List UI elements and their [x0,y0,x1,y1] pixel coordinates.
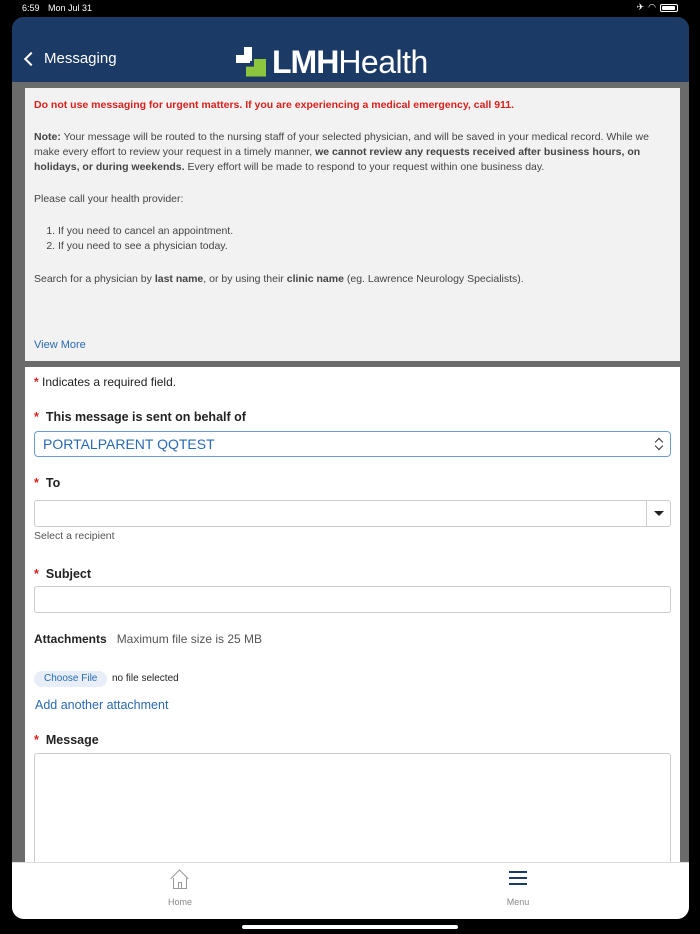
wifi-icon: ◠ [648,2,656,12]
view-more-link[interactable]: View More [34,338,86,353]
search-tip: Search for a physician by last name, or … [34,273,524,285]
file-status: no file selected [112,673,179,684]
tab-home-label: Home [167,897,192,907]
list-item: If you need to cancel an appointment. [58,224,671,239]
bottom-tab-bar: Home Menu [12,862,689,919]
list-item: If you need to see a physician today. [58,239,671,254]
urgent-warning: Do not use messaging for urgent matters.… [34,99,515,111]
app-screen: Messaging LMH Health Do not use messaging… [12,17,689,919]
chevron-left-icon [23,51,39,66]
tab-menu[interactable]: Menu [488,871,548,907]
subject-input[interactable] [34,586,671,613]
behalf-value: PORTALPARENT QQTEST [43,436,215,452]
tab-home[interactable]: Home [150,869,210,907]
add-attachment-link[interactable]: Add another attachment [35,698,168,712]
status-icons: ✈ ◠ [637,2,678,13]
logo-mark-icon [236,46,268,79]
status-bar: 6:59 Mon Jul 31 ✈ ◠ [0,0,700,16]
lmh-health-logo: LMH Health [236,44,428,81]
behalf-label: * This message is sent on behalf of [34,410,246,424]
message-textarea[interactable] [34,753,671,873]
top-nav-bar: Messaging LMH Health [12,17,689,82]
back-label: Messaging [44,50,117,67]
status-time: 6:59 [22,3,40,13]
subject-label: * Subject [34,567,92,581]
recipient-combobox[interactable] [34,500,671,527]
choose-file-button[interactable]: Choose File [34,671,108,687]
home-indicator[interactable] [242,925,458,929]
note-paragraph: Note: Your message will be routed to the… [34,131,649,173]
behalf-select[interactable]: PORTALPARENT QQTEST [34,431,671,457]
call-intro: Please call your health provider: [34,193,184,205]
select-arrows-icon [654,438,664,450]
status-date: Mon Jul 31 [48,3,93,13]
required-note: * Indicates a required field. [34,375,177,389]
messaging-notice: Do not use messaging for urgent matters.… [25,88,680,361]
recipient-hint: Select a recipient [34,530,115,542]
home-icon [170,869,189,891]
battery-icon [660,3,678,12]
message-label: * Message [34,733,99,747]
airplane-icon: ✈ [636,2,645,12]
attachments-header: Attachments Maximum file size is 25 MB [34,632,263,646]
dropdown-arrow-icon[interactable] [646,501,670,526]
to-label: * To [34,476,61,490]
menu-icon [509,871,527,891]
back-button[interactable]: Messaging [22,50,117,67]
message-form: * Indicates a required field. * This mess… [25,367,680,873]
call-list: If you need to cancel an appointment. If… [58,224,671,254]
tab-menu-label: Menu [506,897,530,907]
